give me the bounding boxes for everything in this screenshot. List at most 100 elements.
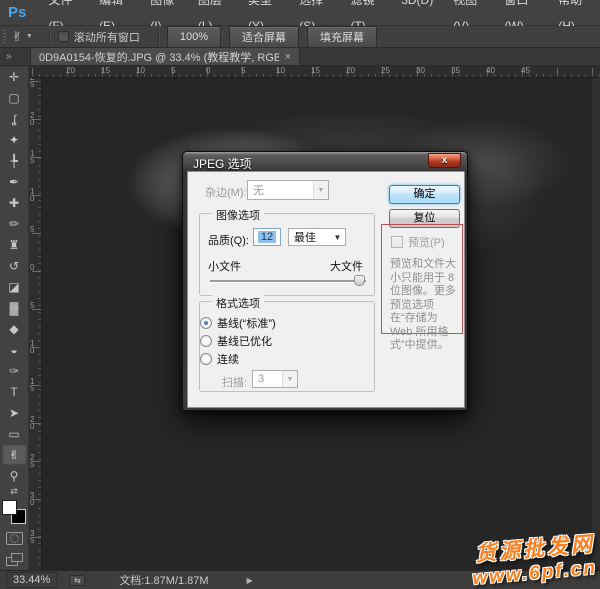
dropdown-arrow-icon: ▼ xyxy=(282,371,297,387)
canvas-edge xyxy=(592,78,600,570)
ruler-number: 35 xyxy=(451,66,460,75)
tool-button[interactable]: ◆ xyxy=(2,318,27,339)
quality-slider[interactable] xyxy=(210,280,366,282)
ruler-number: 25 xyxy=(30,454,36,468)
document-tab[interactable]: 0D9A0154-恢复的.JPG @ 33.4% (教程教学, RGB/16) … xyxy=(30,48,300,65)
separator xyxy=(158,29,159,45)
image-options-legend: 图像选项 xyxy=(212,207,264,223)
tool-button[interactable]: ▓ xyxy=(2,297,27,318)
tool-button[interactable]: ✏ xyxy=(2,213,27,234)
dropdown-arrow-icon: ▼ xyxy=(330,229,345,245)
ruler-number: 15 xyxy=(101,66,110,75)
tool-list: ✛▢ʆ✦╄✒✚✏♜↺◪▓◆◒✑T➤▭✌⚲ xyxy=(2,66,27,486)
tool-button[interactable]: ✛ xyxy=(2,66,27,87)
options-bar-grip[interactable] xyxy=(3,30,6,44)
tool-button[interactable]: ✒ xyxy=(2,171,27,192)
ruler-number: 5 xyxy=(30,302,36,309)
hand-tool-icon: ✌ xyxy=(12,29,23,45)
matte-label: 杂边(M): xyxy=(205,184,247,200)
ruler-number: 10 xyxy=(136,66,145,75)
scan-value: 3 xyxy=(253,373,282,385)
options-bar-button[interactable]: 填充屏幕 xyxy=(307,26,377,48)
scroll-all-windows-checkbox[interactable] xyxy=(58,31,69,42)
tool-button[interactable]: ◒ xyxy=(2,339,27,360)
tool-button[interactable]: ╄ xyxy=(2,150,27,171)
separator xyxy=(49,29,50,45)
radio-icon xyxy=(200,317,212,329)
menu-bar: Ps 文件(F)编辑(E)图像(I)图层(L)类型(Y)选择(S)滤镜(T)3D… xyxy=(0,0,600,26)
chevron-down-icon: ▼ xyxy=(26,33,33,40)
format-radio-option[interactable]: 基线(“标准”) xyxy=(200,315,276,331)
tool-button[interactable]: ▢ xyxy=(2,87,27,108)
quality-label: 品质(Q): xyxy=(208,232,249,248)
document-tab-bar: » 0D9A0154-恢复的.JPG @ 33.4% (教程教学, RGB/16… xyxy=(0,48,600,66)
dialog-title: JPEG 选项 xyxy=(193,155,252,172)
tool-button[interactable]: ♜ xyxy=(2,234,27,255)
ruler-number: 30 xyxy=(416,66,425,75)
image-options-group: 图像选项 品质(Q): 12 最佳 ▼ 小文件 大文件 xyxy=(199,213,375,296)
tool-button[interactable]: ✌ xyxy=(2,444,27,465)
tools-panel: ✛▢ʆ✦╄✒✚✏♜↺◪▓◆◒✑T➤▭✌⚲ ⇄ xyxy=(0,66,29,570)
screen-mode-button[interactable] xyxy=(6,553,23,566)
tool-button[interactable]: ✚ xyxy=(2,192,27,213)
ruler-number: 40 xyxy=(486,66,495,75)
ruler-number: 0 xyxy=(30,264,36,271)
scan-label: 扫描: xyxy=(222,374,247,390)
ruler-number: 20 xyxy=(30,416,36,430)
document-tab-title: 0D9A0154-恢复的.JPG @ 33.4% (教程教学, RGB/16) … xyxy=(39,49,279,65)
quality-preset-dropdown[interactable]: 最佳 ▼ xyxy=(288,228,346,246)
dialog-close-button[interactable]: x xyxy=(428,153,461,168)
options-bar-button[interactable]: 100% xyxy=(167,26,221,48)
tool-button[interactable]: ✦ xyxy=(2,129,27,150)
ruler-number: 45 xyxy=(521,66,530,75)
tool-button[interactable]: ʆ xyxy=(2,108,27,129)
small-file-label: 小文件 xyxy=(208,258,241,274)
swap-colors-icon[interactable]: ⇄ xyxy=(10,486,18,498)
preview-checkbox[interactable] xyxy=(391,236,403,248)
tool-button[interactable]: T xyxy=(2,381,27,402)
ok-button[interactable]: 确定 xyxy=(389,185,460,204)
tool-button[interactable]: ✑ xyxy=(2,360,27,381)
quick-mask-button[interactable] xyxy=(6,532,23,545)
foreground-color-swatch[interactable] xyxy=(2,500,17,515)
ruler-number: 0 xyxy=(206,66,210,75)
ruler-number: 20 xyxy=(30,112,36,126)
tool-preset-picker[interactable]: ✌ ▼ xyxy=(12,29,33,45)
ruler-number: 5 xyxy=(241,66,245,75)
ruler-number: 20 xyxy=(66,66,75,75)
tool-button[interactable]: ⚲ xyxy=(2,465,27,486)
quality-input[interactable]: 12 xyxy=(253,228,281,246)
ruler-number: 5 xyxy=(30,226,36,233)
format-radio-option[interactable]: 连续 xyxy=(200,351,239,367)
scan-dropdown[interactable]: 3 ▼ xyxy=(252,370,298,388)
radio-icon xyxy=(200,353,212,365)
tool-button[interactable]: ↺ xyxy=(2,255,27,276)
preview-label: 预览(P) xyxy=(408,234,445,250)
radio-label: 基线(“标准”) xyxy=(217,315,276,331)
ruler-number: 30 xyxy=(30,492,36,506)
tool-button[interactable]: ◪ xyxy=(2,276,27,297)
options-bar: ✌ ▼ 滚动所有窗口 100% 适合屏幕填充屏幕 xyxy=(0,26,600,48)
large-file-label: 大文件 xyxy=(330,258,363,274)
ruler-number: 10 xyxy=(276,66,285,75)
options-bar-button[interactable]: 适合屏幕 xyxy=(229,26,299,48)
jpeg-options-dialog: JPEG 选项 x 杂边(M): 无 ▼ 确定 复位 图像选项 品质(Q): 1… xyxy=(182,151,468,411)
zoom-level-field[interactable]: 33.44% xyxy=(6,572,57,588)
tool-button[interactable]: ➤ xyxy=(2,402,27,423)
status-popup-arrow-icon[interactable]: ▶ xyxy=(247,576,253,585)
quality-slider-handle[interactable] xyxy=(354,275,365,286)
ruler-number: 15 xyxy=(30,378,36,392)
quality-preset-value: 最佳 xyxy=(289,229,330,245)
ruler-number: 15 xyxy=(311,66,320,75)
preview-checkbox-row: 预览(P) xyxy=(391,234,445,250)
format-options-legend: 格式选项 xyxy=(212,295,264,311)
scroll-all-windows-label: 滚动所有窗口 xyxy=(74,29,140,45)
matte-value: 无 xyxy=(248,182,313,198)
toolbar-collapse-icon[interactable]: » xyxy=(0,48,30,65)
format-radio-option[interactable]: 基线已优化 xyxy=(200,333,272,349)
tool-button[interactable]: ▭ xyxy=(2,423,27,444)
tab-close-icon[interactable]: × xyxy=(285,51,291,63)
matte-dropdown[interactable]: 无 ▼ xyxy=(247,180,329,200)
ruler-number: 5 xyxy=(171,66,175,75)
vertical-ruler: 25201510505101520253035 xyxy=(29,78,42,570)
